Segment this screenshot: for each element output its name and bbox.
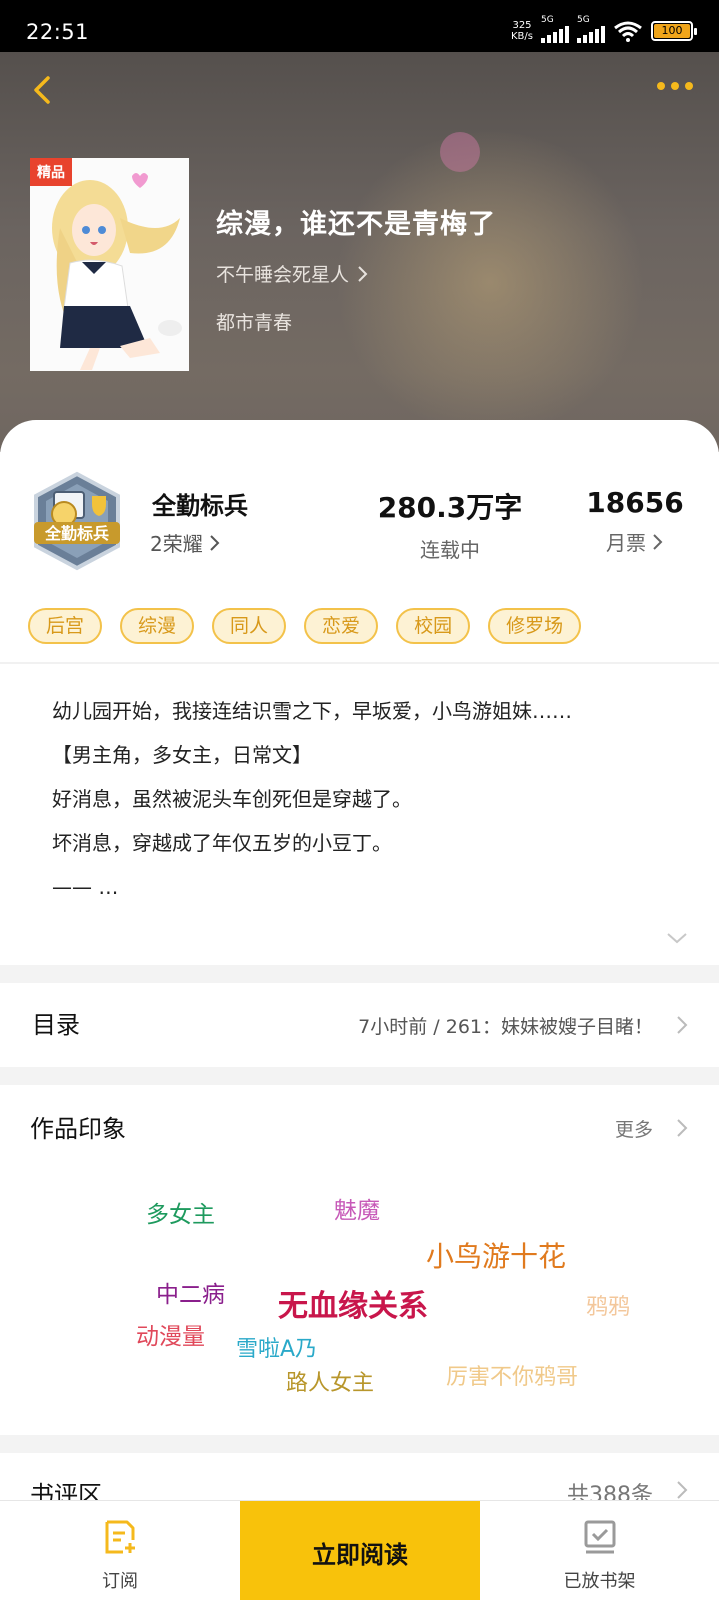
- book-info-card: 全勤标兵 全勤标兵 2荣耀 280.3万字 连载中 18656 月票 后宫 综漫…: [0, 420, 719, 965]
- tag-chip[interactable]: 恋爱: [304, 608, 379, 644]
- chevron-right-icon: [677, 1016, 688, 1034]
- chevron-right-icon: [653, 533, 663, 550]
- impression-keyword[interactable]: 无血缘关系: [278, 1281, 428, 1325]
- book-genre: 都市青春: [216, 312, 293, 334]
- on-shelf-label: 已放书架: [563, 1571, 636, 1592]
- chevron-right-icon: [358, 265, 368, 282]
- status-icons: 325 KB/s 5G 5G 100: [511, 15, 697, 44]
- wifi-icon: [614, 21, 642, 42]
- read-now-label: 立即阅读: [312, 1541, 408, 1569]
- status-bar: 22:51 325 KB/s 5G 5G 100: [0, 0, 719, 52]
- read-now-button[interactable]: 立即阅读: [240, 1501, 480, 1600]
- synopsis[interactable]: 幼儿园开始，我接连结识雪之下，早坂爱，小鸟游姐妹…… 【男主角，多女主，日常文】…: [52, 694, 692, 914]
- book-header: 精品 综漫，谁还不是青梅了 不午睡会死星人 都市青春: [0, 52, 719, 452]
- network-speed: 325 KB/s: [511, 20, 533, 42]
- honor-link[interactable]: 2荣耀: [150, 528, 221, 557]
- latest-chapter: 7小时前 / 261：妹妹被嫂子目睹！: [358, 1016, 653, 1038]
- monthly-votes: 18656: [586, 486, 684, 519]
- serial-status: 连载中: [420, 538, 480, 562]
- tag-chip[interactable]: 后宫: [28, 608, 103, 644]
- monthly-votes-label: 月票: [580, 527, 690, 556]
- tag-chip[interactable]: 校园: [396, 608, 471, 644]
- impression-keyword[interactable]: 雪啦A乃: [236, 1331, 317, 1363]
- synopsis-line: —— …: [52, 875, 119, 899]
- synopsis-line: 【男主角，多女主，日常文】: [52, 743, 312, 767]
- premium-badge: 精品: [30, 158, 72, 186]
- impression-keyword[interactable]: 动漫量: [136, 1317, 205, 1351]
- tag-chip[interactable]: 同人: [212, 608, 287, 644]
- impression-keyword[interactable]: 厉害不你鸦哥: [446, 1359, 578, 1391]
- impressions-section: 作品印象 更多 多女主 魅魔 小鸟游十花 中二病 无血缘关系 鸦鸦 动漫量 雪啦…: [0, 1085, 719, 1435]
- medal-badge[interactable]: 全勤标兵: [26, 470, 128, 572]
- chevron-right-icon: [210, 534, 220, 551]
- monthly-votes-stat[interactable]: 18656 月票: [580, 486, 690, 556]
- tag-chip[interactable]: 修罗场: [488, 608, 582, 644]
- signal-icon: 5G: [541, 15, 569, 43]
- subscribe-button[interactable]: 订阅: [0, 1501, 240, 1600]
- more-options-icon[interactable]: [657, 82, 693, 90]
- impression-keyword[interactable]: 小鸟游十花: [426, 1235, 566, 1275]
- subscribe-icon: [105, 1520, 135, 1554]
- divider: [0, 662, 719, 664]
- book-cover[interactable]: 精品: [30, 158, 189, 371]
- bookshelf-check-icon: [584, 1520, 615, 1554]
- synopsis-line: 好消息，虽然被泥头车创死但是穿越了。: [52, 787, 412, 811]
- status-time: 22:51: [26, 20, 90, 44]
- impressions-title: 作品印象: [30, 1115, 126, 1143]
- synopsis-line: 幼儿园开始，我接连结识雪之下，早坂爱，小鸟游姐妹……: [52, 699, 572, 723]
- battery-icon: 100: [651, 21, 697, 41]
- word-count: 280.3万字: [377, 491, 523, 524]
- subscribe-label: 订阅: [102, 1571, 138, 1592]
- impression-keyword[interactable]: 路人女主: [286, 1365, 374, 1397]
- tag-chip[interactable]: 综漫: [120, 608, 195, 644]
- chevron-right-icon: [677, 1119, 688, 1137]
- impression-keyword[interactable]: 中二病: [156, 1275, 225, 1309]
- impression-keyword[interactable]: 魅魔: [334, 1191, 380, 1225]
- cover-illustration: [30, 158, 189, 371]
- chevron-down-icon[interactable]: [665, 930, 689, 946]
- medal-name: 全勤标兵: [152, 492, 248, 520]
- impression-keyword[interactable]: 多女主: [146, 1195, 215, 1229]
- on-shelf-button[interactable]: 已放书架: [480, 1501, 719, 1600]
- word-count-stat: 280.3万字 连载中: [370, 486, 530, 563]
- back-icon[interactable]: [26, 72, 62, 108]
- impression-keyword[interactable]: 鸦鸦: [586, 1289, 630, 1321]
- toc-title: 目录: [32, 1011, 80, 1039]
- signal-icon-2: 5G: [577, 15, 605, 43]
- svg-text:全勤标兵: 全勤标兵: [44, 524, 109, 543]
- book-title: 综漫，谁还不是青梅了: [216, 209, 496, 240]
- synopsis-line: 坏消息，穿越成了年仅五岁的小豆丁。: [52, 831, 392, 855]
- impressions-more-link[interactable]: 更多: [615, 1115, 653, 1142]
- bottom-action-bar: 订阅 立即阅读 已放书架: [0, 1500, 719, 1600]
- chevron-right-icon: [677, 1481, 688, 1499]
- tag-list: 后宫 综漫 同人 恋爱 校园 修罗场: [28, 608, 582, 644]
- table-of-contents-row[interactable]: 目录 7小时前 / 261：妹妹被嫂子目睹！: [0, 983, 719, 1067]
- author-link[interactable]: 不午睡会死星人: [216, 260, 369, 287]
